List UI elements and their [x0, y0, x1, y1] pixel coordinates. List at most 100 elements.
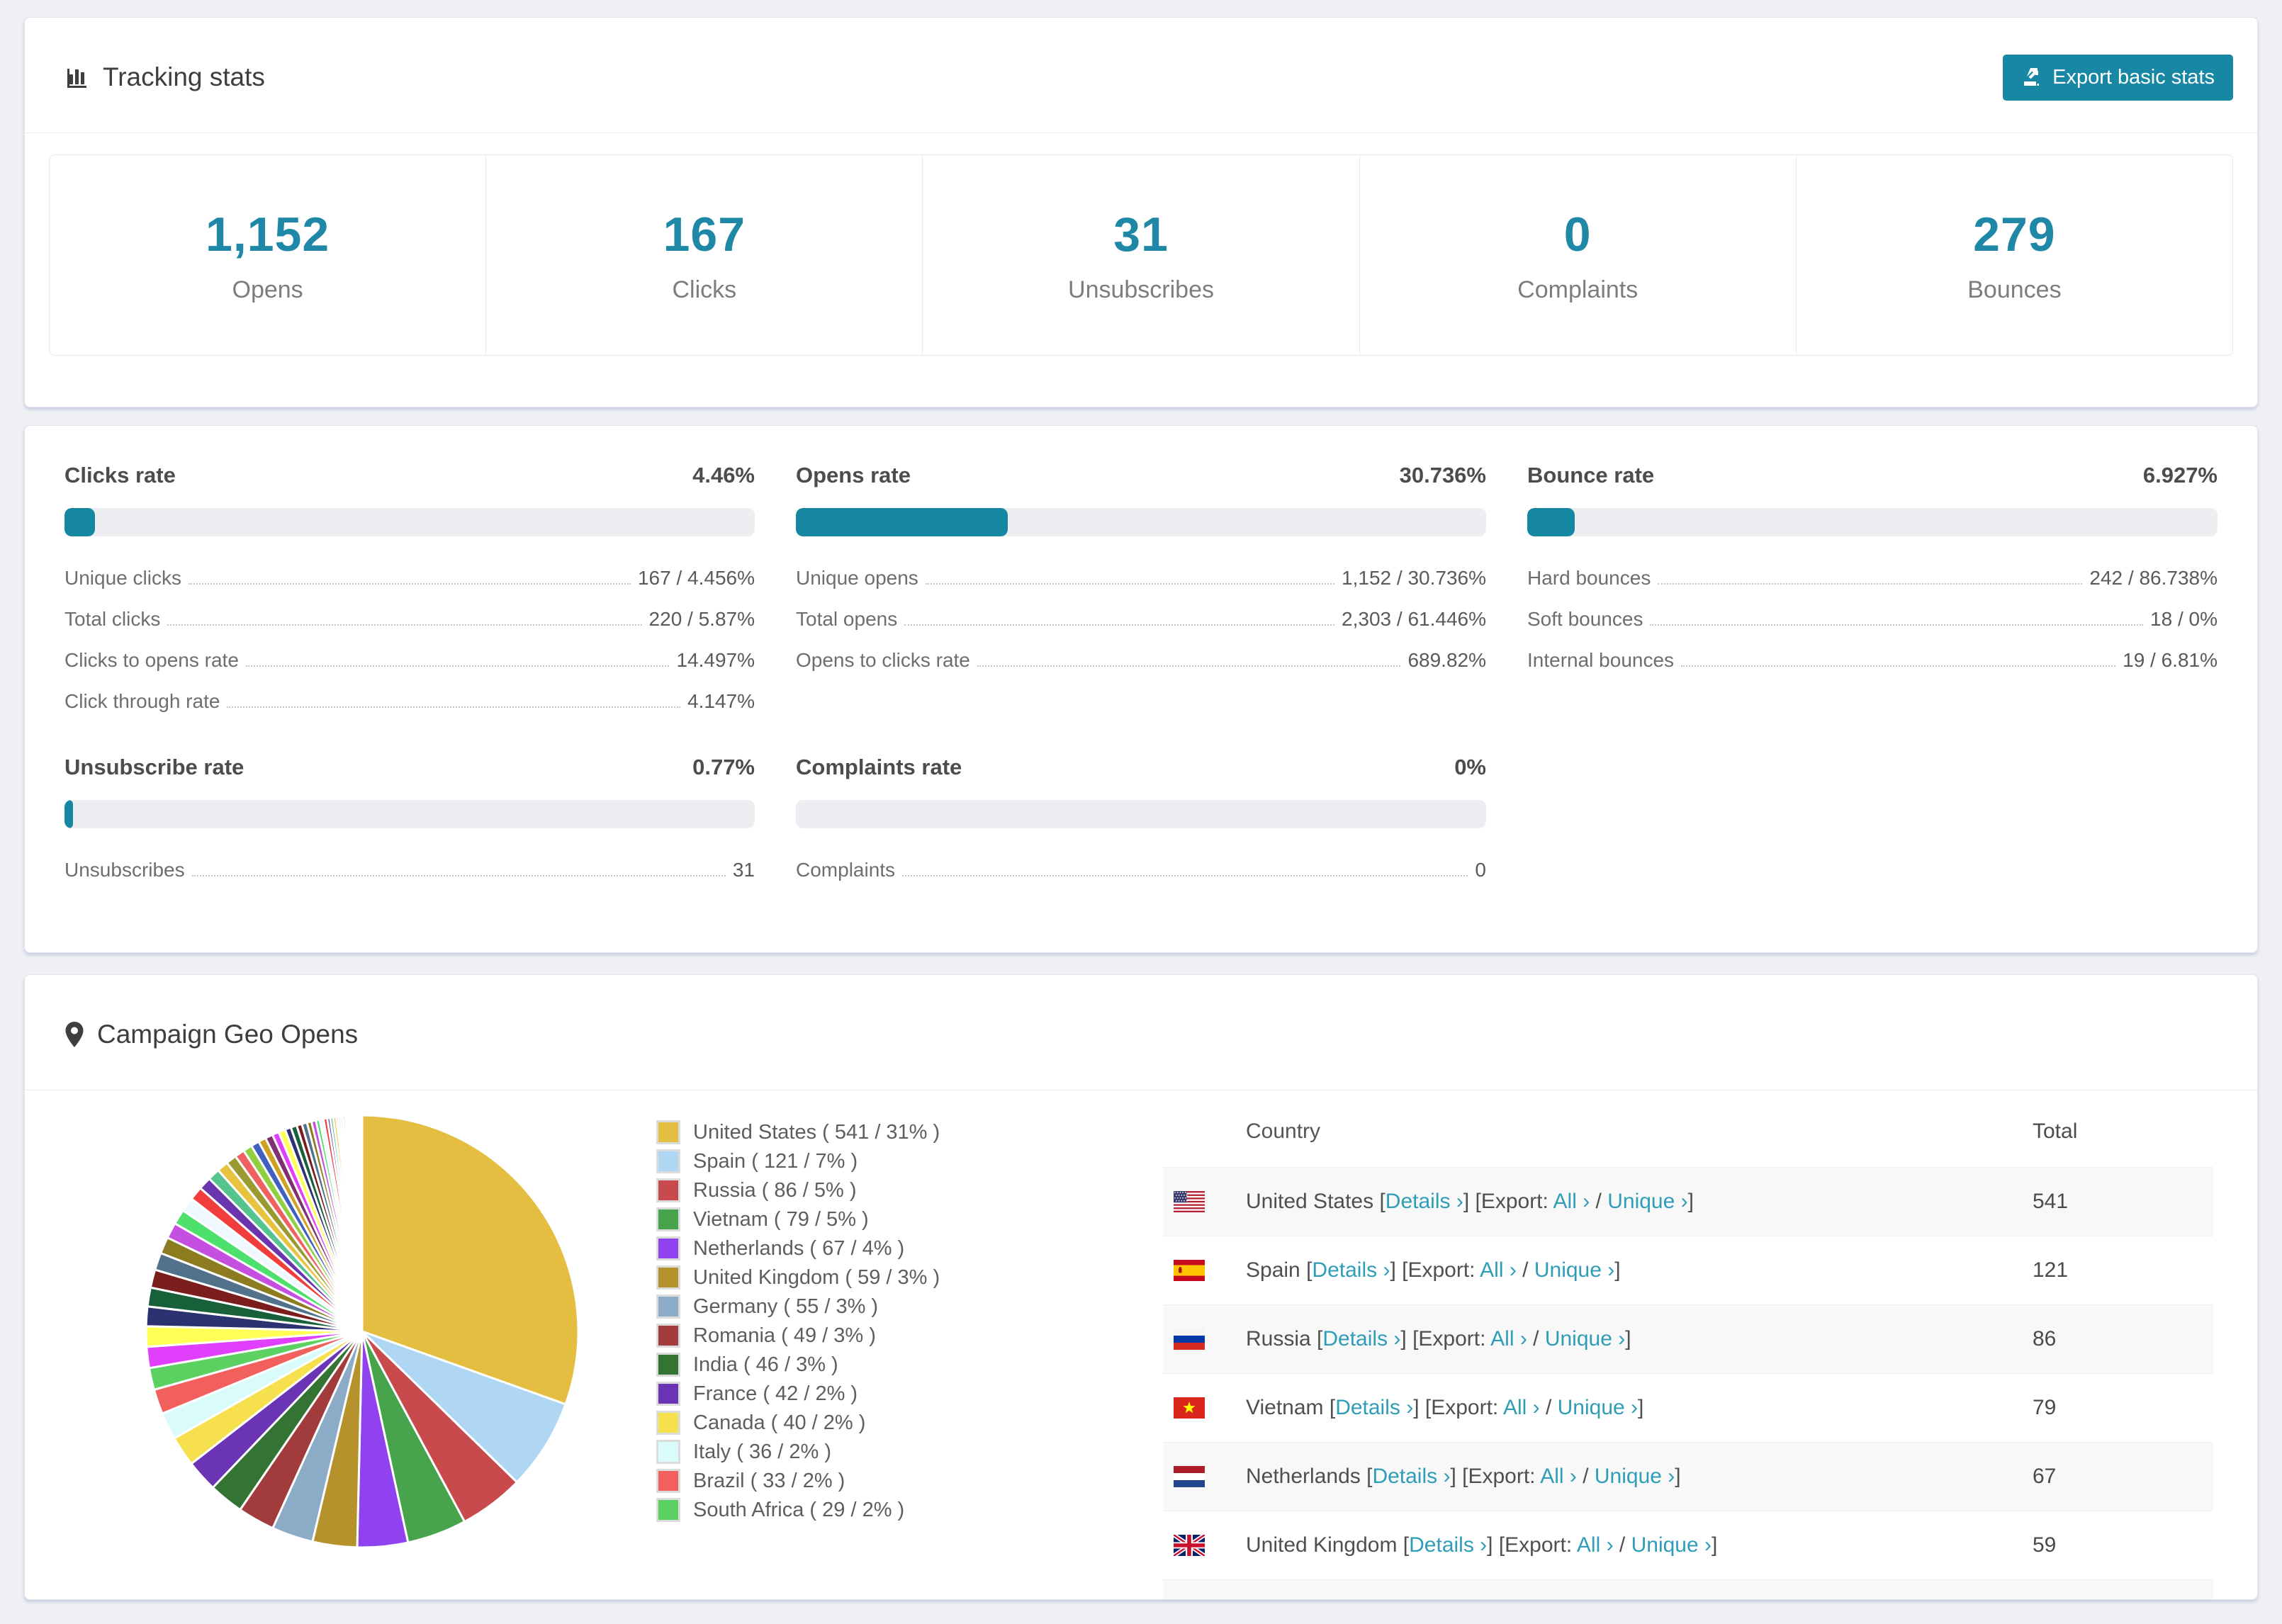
rate-head: Clicks rate 4.46%: [64, 463, 755, 488]
export-unique-link[interactable]: Unique ›: [1595, 1465, 1675, 1488]
geo-table-header: Country Total: [1163, 1096, 2213, 1167]
rate-title: Complaints rate: [796, 755, 962, 779]
legend-label: Romania ( 49 / 3% ): [693, 1324, 876, 1347]
rate-progress-track: [64, 508, 755, 536]
slash-text: /: [1539, 1396, 1558, 1419]
rate-detail-label: Unique clicks: [64, 567, 181, 589]
legend-label: United States ( 541 / 31% ): [693, 1120, 940, 1144]
export-all-link[interactable]: All ›: [1503, 1396, 1540, 1419]
rate-head: Opens rate 30.736%: [796, 463, 1486, 488]
legend-swatch: [656, 1469, 680, 1493]
rate-detail-value: 14.497%: [676, 649, 755, 671]
dotted-leader: [167, 624, 642, 626]
geo-row-country: Spain [Details ›] [Export: All › / Uniqu…: [1246, 1258, 2033, 1282]
geo-row-country: United States [Details ›] [Export: All ›…: [1246, 1190, 2033, 1214]
geo-table-row-us: United States [Details ›] [Export: All ›…: [1163, 1167, 2213, 1236]
dotted-leader: [191, 875, 726, 876]
dotted-leader: [245, 665, 670, 667]
stat-value: 31: [1113, 207, 1169, 261]
rate-detail-label: Hard bounces: [1527, 567, 1651, 589]
legend-item-canada: Canada ( 40 / 2% ): [656, 1411, 1057, 1435]
legend-swatch: [656, 1178, 680, 1202]
bracket-close: ]: [1614, 1258, 1621, 1282]
details-link[interactable]: Details ›: [1409, 1533, 1487, 1557]
legend-item-france: France ( 42 / 2% ): [656, 1382, 1057, 1406]
legend-item-vietnam: Vietnam ( 79 / 5% ): [656, 1207, 1057, 1231]
geo-pie-chart: [135, 1105, 589, 1558]
export-button-label: Export basic stats: [2052, 65, 2215, 89]
tracking-stats-card: Tracking stats Export basic stats 1,152 O…: [24, 17, 2258, 407]
legend-swatch: [656, 1149, 680, 1173]
geo-title: Campaign Geo Opens: [97, 1020, 359, 1049]
export-all-link[interactable]: All ›: [1577, 1533, 1614, 1557]
legend-item-italy: Italy ( 36 / 2% ): [656, 1440, 1057, 1464]
export-unique-link[interactable]: Unique ›: [1558, 1396, 1638, 1419]
flag-gb-icon: [1174, 1535, 1205, 1556]
legend-swatch: [656, 1440, 680, 1464]
dotted-leader: [188, 583, 631, 585]
legend-swatch: [656, 1353, 680, 1377]
rate-progress-fill: [64, 800, 73, 828]
details-link[interactable]: Details ›: [1312, 1258, 1390, 1282]
export-unique-link[interactable]: Unique ›: [1534, 1258, 1614, 1282]
export-all-link[interactable]: All ›: [1480, 1258, 1517, 1282]
rate-progress-track: [1527, 508, 2218, 536]
rate-detail-label: Total opens: [796, 608, 898, 630]
geo-opens-card: Campaign Geo Opens United States ( 541 /…: [24, 974, 2258, 1600]
export-unique-link[interactable]: Unique ›: [1545, 1327, 1625, 1350]
legend-swatch: [656, 1236, 680, 1261]
flag-vn-icon: [1174, 1397, 1205, 1419]
bracket-text: ] [Export:: [1390, 1258, 1480, 1282]
stats-summary-row: 1,152 Opens 167 Clicks 31 Unsubscribes 0 Compla…: [49, 154, 2233, 356]
details-link[interactable]: Details ›: [1372, 1465, 1450, 1488]
flag-ru-icon: [1174, 1329, 1205, 1350]
details-link[interactable]: Details ›: [1386, 1190, 1463, 1213]
export-all-link[interactable]: All ›: [1540, 1465, 1577, 1488]
rate-head: Bounce rate 6.927%: [1527, 463, 2218, 488]
stat-cell-unsubscribes: 31 Unsubscribes: [923, 155, 1360, 355]
bar-chart-icon: [64, 64, 90, 90]
col-total: Total: [2033, 1120, 2078, 1143]
slash-text: /: [1527, 1327, 1545, 1350]
geo-table-row-de: Germany [Details ›] [Export: All › / Uni…: [1163, 1579, 2213, 1599]
bracket-close: ]: [1687, 1190, 1694, 1213]
legend-label: Spain ( 121 / 7% ): [693, 1149, 858, 1173]
pie-slice-other-53[interactable]: [360, 1114, 364, 1333]
geo-row-total: 79: [2033, 1396, 2057, 1419]
rate-detail-label: Click through rate: [64, 690, 220, 712]
rate-progress-track: [64, 800, 755, 828]
stat-label: Complaints: [1517, 276, 1639, 303]
details-link[interactable]: Details ›: [1335, 1396, 1413, 1419]
flag-es-icon: [1174, 1260, 1205, 1281]
bracket-close: ]: [1712, 1533, 1718, 1557]
rate-detail-row: Soft bounces 18 / 0%: [1527, 599, 2218, 640]
export-unique-link[interactable]: Unique ›: [1607, 1190, 1687, 1213]
dotted-leader: [227, 706, 681, 708]
export-basic-stats-button[interactable]: Export basic stats: [2003, 54, 2233, 101]
geo-content: United States ( 541 / 31% ) Spain ( 121 /…: [25, 1090, 2257, 1599]
country-name: Vietnam [: [1246, 1396, 1336, 1419]
legend-item-india: India ( 46 / 3% ): [656, 1353, 1057, 1377]
geo-row-total: 541: [2033, 1190, 2069, 1213]
legend-item-russia: Russia ( 86 / 5% ): [656, 1178, 1057, 1202]
rate-detail-label: Complaints: [796, 859, 896, 881]
legend-swatch: [656, 1265, 680, 1290]
rate-detail-row: Internal bounces 19 / 6.81%: [1527, 640, 2218, 681]
export-all-link[interactable]: All ›: [1490, 1327, 1527, 1350]
rate-detail-value: 2,303 / 61.446%: [1342, 608, 1486, 630]
geo-table-row-vn: Vietnam [Details ›] [Export: All › / Uni…: [1163, 1374, 2213, 1442]
country-name: United States [: [1246, 1190, 1386, 1213]
legend-swatch: [656, 1295, 680, 1319]
map-pin-icon: [64, 1021, 84, 1048]
export-unique-link[interactable]: Unique ›: [1631, 1533, 1712, 1557]
rate-detail-row: Total opens 2,303 / 61.446%: [796, 599, 1486, 640]
rate-detail-value: 0: [1475, 859, 1486, 881]
rate-detail-value: 18 / 0%: [2150, 608, 2218, 630]
details-link[interactable]: Details ›: [1322, 1327, 1400, 1350]
bracket-close: ]: [1625, 1327, 1631, 1350]
header-divider: [25, 132, 2257, 133]
rate-detail-row: Unsubscribes 31: [64, 850, 755, 891]
rate-detail-row: Hard bounces 242 / 86.738%: [1527, 558, 2218, 599]
export-all-link[interactable]: All ›: [1553, 1190, 1590, 1213]
rates-grid: Clicks rate 4.46% Unique clicks 167 / 4.456…: [25, 426, 2257, 891]
